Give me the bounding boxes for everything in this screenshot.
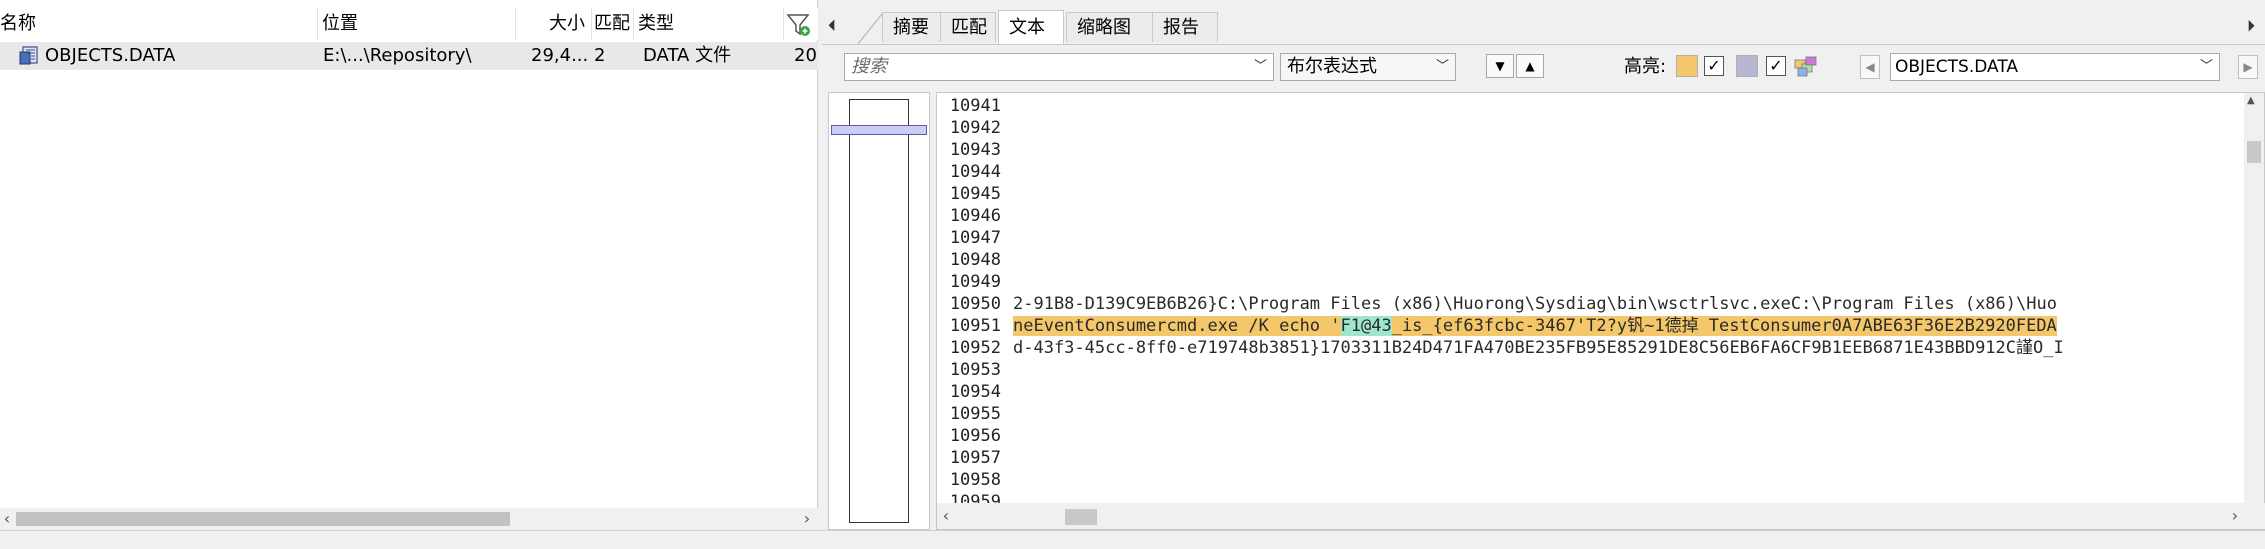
tab-scroll-left-icon[interactable]: ⏴: [828, 14, 844, 38]
document-minimap[interactable]: [828, 92, 930, 530]
line-number: 10952: [949, 338, 1001, 358]
row-match: 2: [594, 45, 606, 66]
scrollbar-thumb[interactable]: [16, 512, 510, 526]
tab-report[interactable]: 报告: [1152, 12, 1218, 42]
line-number: 10945: [949, 184, 1001, 204]
text-line: [1013, 117, 2243, 139]
highlight-checkbox-2[interactable]: ✓: [1766, 56, 1786, 76]
previous-match-button[interactable]: ▲: [1516, 54, 1544, 78]
line-number: 10943: [949, 140, 1001, 160]
line-number: 10951: [949, 316, 1001, 336]
search-mode-select[interactable]: 布尔表达式 ﹀: [1280, 53, 1456, 81]
text-line: [1013, 139, 2243, 161]
next-file-button[interactable]: ▶: [2238, 55, 2258, 79]
tab-thumbnails[interactable]: 缩略图: [1066, 12, 1162, 42]
vertical-scrollbar[interactable]: ▲: [2244, 93, 2264, 503]
color-palette-icon[interactable]: [1794, 54, 1818, 78]
row-name: OBJECTS.DATA: [45, 45, 176, 66]
file-select[interactable]: OBJECTS.DATA ﹀: [1890, 53, 2220, 81]
highlight-checkbox-1[interactable]: ✓: [1704, 56, 1724, 76]
line-number: 10948: [949, 250, 1001, 270]
tab-scroll-right-icon[interactable]: ⏵: [2247, 14, 2263, 38]
column-header-location[interactable]: 位置: [318, 8, 516, 40]
file-list-pane: 名称 位置 大小 匹配 类型 OBJECTS.DATA E:\...\Repos…: [0, 0, 818, 530]
line-number: 10942: [949, 118, 1001, 138]
scrollbar-thumb[interactable]: [2247, 141, 2261, 163]
scroll-up-arrow-icon[interactable]: ▲: [2247, 95, 2255, 106]
highlight-span: _is_{ef63fcbc-3467'T2?y钒~1德掉 TestConsume…: [1391, 316, 2057, 336]
column-header-name[interactable]: 名称: [0, 8, 318, 40]
horizontal-scrollbar[interactable]: ‹ ›: [937, 503, 2265, 529]
text-line: [1013, 183, 2243, 205]
text-line: [1013, 271, 2243, 293]
line-number: 10944: [949, 162, 1001, 182]
row-location: E:\...\Repository\: [323, 45, 472, 66]
line-number: 10941: [949, 96, 1001, 116]
scroll-left-arrow-icon[interactable]: ‹: [939, 507, 953, 525]
line-number: 10954: [949, 382, 1001, 402]
filter-icon[interactable]: [786, 12, 812, 38]
search-input[interactable]: 搜索 ﹀: [844, 53, 1274, 81]
highlight-color-swatch-2[interactable]: [1736, 55, 1758, 77]
minimap-document-outline: [849, 99, 909, 523]
preview-pane: ⏴ 摘要 匹配 文本 缩略图 报告 ⏵ 搜索 ﹀ 布尔表达式 ﹀ ▼ ▲ 高亮:…: [822, 0, 2265, 530]
scroll-right-arrow-icon[interactable]: ›: [800, 510, 814, 528]
line-number: 10957: [949, 448, 1001, 468]
chevron-down-icon[interactable]: ﹀: [1436, 54, 1449, 80]
column-header-type[interactable]: 类型: [634, 8, 784, 40]
text-line: [1013, 161, 2243, 183]
column-header-row: 名称 位置 大小 匹配 类型: [0, 8, 818, 40]
tab-bar: ⏴ 摘要 匹配 文本 缩略图 报告 ⏵: [822, 10, 2265, 44]
scroll-left-arrow-icon[interactable]: ‹: [0, 510, 14, 528]
line-number: 10956: [949, 426, 1001, 446]
text-line-highlighted: neEventConsumercmd.exe /K echo 'F1@43_is…: [1013, 315, 2243, 337]
match-highlight: F1@43: [1340, 316, 1392, 336]
scrollbar-thumb[interactable]: [1065, 509, 1097, 525]
minimap-viewport[interactable]: [831, 125, 927, 135]
line-number: 10950: [949, 294, 1001, 314]
next-match-button[interactable]: ▼: [1486, 54, 1514, 78]
text-line: [1013, 95, 2243, 117]
text-line: d-43f3-45cc-8ff0-e719748b3851}1703311B24…: [1013, 338, 2064, 358]
chevron-down-icon[interactable]: ﹀: [1254, 54, 1267, 80]
column-header-size[interactable]: 大小: [516, 8, 592, 40]
tab-text[interactable]: 文本: [998, 10, 1064, 44]
line-number: 10955: [949, 404, 1001, 424]
scroll-right-arrow-icon[interactable]: ›: [2228, 507, 2242, 525]
highlight-span: neEventConsumercmd.exe /K echo ': [1013, 316, 1341, 336]
line-number: 10958: [949, 470, 1001, 490]
line-number-gutter: 10941 10942 10943 10944 10945 10946 1094…: [937, 93, 1013, 503]
line-number: 10946: [949, 206, 1001, 226]
horizontal-scrollbar[interactable]: ‹ ›: [0, 508, 818, 530]
table-row[interactable]: OBJECTS.DATA E:\...\Repository\ 29,4... …: [0, 42, 818, 70]
data-file-icon: [19, 46, 38, 65]
previous-file-button[interactable]: ◀: [1860, 55, 1880, 79]
text-content[interactable]: 2-91B8-D139C9EB6B26}C:\Program Files (x8…: [1013, 93, 2243, 503]
text-line: 2-91B8-D139C9EB6B26}C:\Program Files (x8…: [1013, 294, 2057, 314]
text-line: [1013, 227, 2243, 249]
line-number: 10947: [949, 228, 1001, 248]
row-date: 20.: [794, 45, 818, 66]
column-header-match[interactable]: 匹配: [592, 8, 634, 40]
search-mode-value: 布尔表达式: [1287, 56, 1377, 77]
text-line: [1013, 205, 2243, 227]
highlight-label: 高亮:: [1624, 56, 1667, 77]
text-line: [1013, 249, 2243, 271]
highlight-color-swatch-1[interactable]: [1676, 55, 1698, 77]
line-number: 10953: [949, 360, 1001, 380]
search-placeholder: 搜索: [851, 56, 887, 77]
line-number: 10949: [949, 272, 1001, 292]
row-type: DATA 文件: [643, 45, 732, 66]
current-file-value: OBJECTS.DATA: [1895, 57, 2019, 77]
row-size: 29,4...: [531, 45, 589, 66]
preview-toolbar: 搜索 ﹀ 布尔表达式 ﹀ ▼ ▲ 高亮: ✓ ✓ ◀ OBJECTS.DATA …: [822, 44, 2265, 88]
tab-matches[interactable]: 匹配: [940, 12, 996, 42]
status-bar: [0, 530, 2265, 549]
chevron-down-icon[interactable]: ﹀: [2200, 54, 2213, 80]
text-viewer[interactable]: 10941 10942 10943 10944 10945 10946 1094…: [936, 92, 2265, 530]
line-number: 10959: [949, 492, 1001, 503]
